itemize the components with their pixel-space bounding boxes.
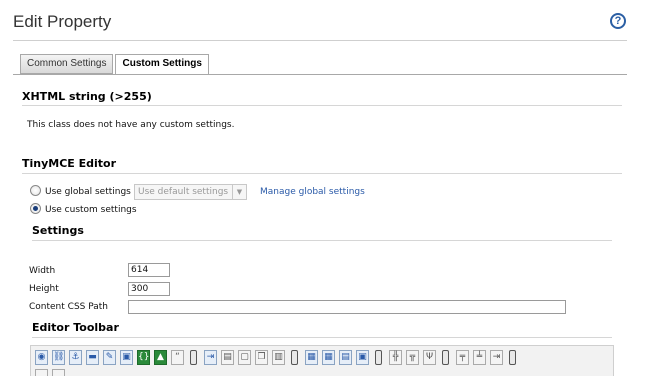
page-title: Edit Property bbox=[13, 12, 112, 31]
tinymce-divider bbox=[22, 173, 622, 174]
xhtml-heading: XHTML string (>255) bbox=[22, 90, 152, 103]
no-settings-message: This class does not have any custom sett… bbox=[27, 120, 235, 130]
unlink-icon[interactable]: ⛓ bbox=[52, 350, 65, 365]
tinymce-heading: TinyMCE Editor bbox=[22, 157, 117, 170]
insert-block-icon[interactable]: ▣ bbox=[120, 350, 133, 365]
media-icon[interactable]: ▲ bbox=[154, 350, 167, 365]
insert-row-after-icon[interactable]: ╧ bbox=[473, 350, 486, 365]
question-circle-icon[interactable]: ? bbox=[610, 13, 626, 29]
settings-heading: Settings bbox=[32, 224, 84, 237]
edit-image-icon[interactable]: ✎ bbox=[103, 350, 116, 365]
width-field[interactable]: 614 bbox=[128, 263, 170, 277]
editor-toolbar-divider bbox=[32, 337, 612, 338]
insert-row-before-icon[interactable]: ╤ bbox=[456, 350, 469, 365]
anchor-icon[interactable]: ⚓ bbox=[69, 350, 82, 365]
tab-divider bbox=[13, 74, 627, 75]
use-global-settings-radio[interactable] bbox=[30, 185, 41, 196]
tab-custom-settings[interactable]: Custom Settings bbox=[115, 54, 209, 75]
paste-text-icon[interactable]: ▢ bbox=[238, 350, 251, 365]
merge-cell-icon[interactable]: ╦ bbox=[406, 350, 419, 365]
height-label: Height bbox=[29, 284, 59, 294]
global-settings-select-value: Use default settings bbox=[138, 187, 229, 197]
toolbar-row-2-button[interactable] bbox=[35, 369, 48, 376]
blockquote-icon[interactable]: “ bbox=[171, 350, 184, 365]
content-css-path-label: Content CSS Path bbox=[29, 302, 108, 312]
toolbar-row-2-button[interactable] bbox=[52, 369, 65, 376]
global-settings-select[interactable]: Use default settings ▼ bbox=[134, 184, 247, 200]
row-props-icon[interactable]: ▤ bbox=[339, 350, 352, 365]
separator-icon bbox=[442, 350, 449, 365]
delete-column-icon[interactable]: Ψ bbox=[423, 350, 436, 365]
use-custom-settings-label: Use custom settings bbox=[45, 205, 137, 215]
separator-icon bbox=[291, 350, 298, 365]
use-custom-settings-radio[interactable] bbox=[30, 203, 41, 214]
copy-icon[interactable]: ❐ bbox=[255, 350, 268, 365]
width-label: Width bbox=[29, 266, 56, 276]
separator-icon bbox=[375, 350, 382, 365]
height-field[interactable]: 300 bbox=[128, 282, 170, 296]
editor-toolbar: ◉ ⛓ ⚓ ▬ ✎ ▣ {} ▲ “ ⇥ ▤ ▢ ❐ ▥ ▦ ▦ ▤ ▣ ╬ ╦… bbox=[30, 345, 614, 376]
cell-props-icon[interactable]: ▣ bbox=[356, 350, 369, 365]
chevron-down-icon: ▼ bbox=[232, 185, 246, 199]
insert-column-after-icon[interactable]: ⇥ bbox=[490, 350, 503, 365]
xhtml-divider bbox=[22, 105, 622, 106]
use-global-settings-label: Use global settings bbox=[45, 187, 131, 197]
manage-global-settings-link[interactable]: Manage global settings bbox=[260, 187, 365, 197]
table-edit-icon[interactable]: ▦ bbox=[305, 350, 318, 365]
split-cell-icon[interactable]: ╬ bbox=[389, 350, 402, 365]
paste-word-icon[interactable]: ▤ bbox=[221, 350, 234, 365]
paste-icon[interactable]: ⇥ bbox=[204, 350, 217, 365]
spellcheck-icon[interactable]: ◉ bbox=[35, 350, 48, 365]
tab-common-settings[interactable]: Common Settings bbox=[20, 54, 114, 74]
content-css-path-field[interactable] bbox=[128, 300, 566, 314]
image-icon[interactable]: ▬ bbox=[86, 350, 99, 365]
settings-divider bbox=[32, 240, 612, 241]
code-icon[interactable]: {} bbox=[137, 350, 150, 365]
separator-icon bbox=[190, 350, 197, 365]
editor-toolbar-heading: Editor Toolbar bbox=[32, 321, 119, 334]
tab-bar: Common Settings Custom Settings bbox=[20, 54, 211, 75]
separator-icon bbox=[509, 350, 516, 365]
cut-icon[interactable]: ▥ bbox=[272, 350, 285, 365]
table-delete-icon[interactable]: ▦ bbox=[322, 350, 335, 365]
title-divider bbox=[13, 40, 627, 41]
